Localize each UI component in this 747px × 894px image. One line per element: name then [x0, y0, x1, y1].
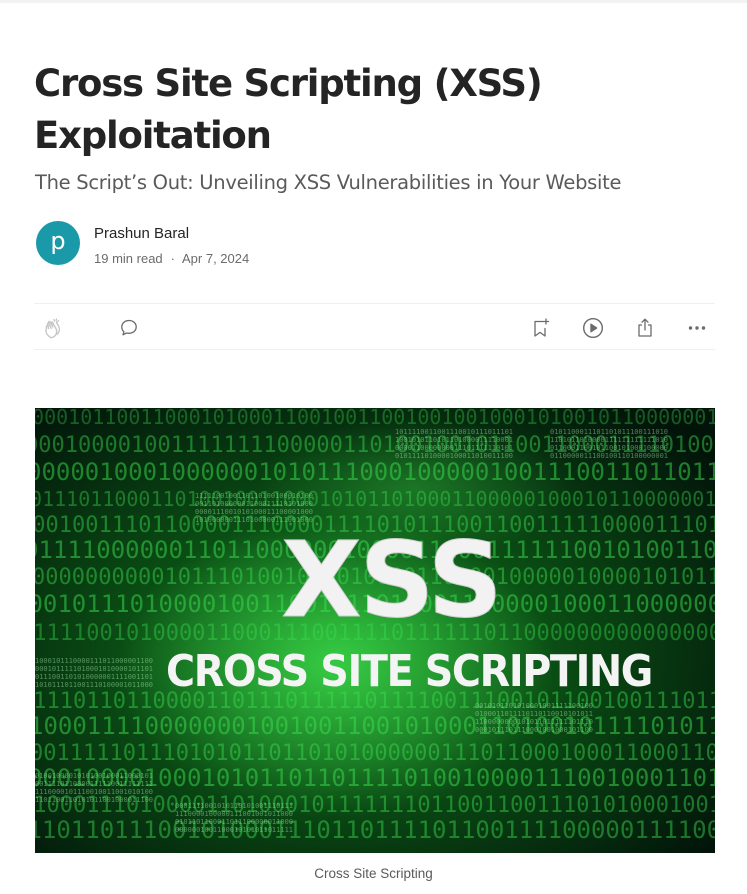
hero-image[interactable]: 1000101100110001010001100100110010010010…	[35, 408, 715, 853]
binary-code-cluster: 0011110110000111110011111111	[35, 780, 153, 788]
hero-tagline-text: CROSS SITE SCRIPTING	[166, 646, 652, 697]
binary-code-cluster: 0001011101110001001000101100	[475, 726, 593, 734]
binary-code-cluster: 1000101110000111011000001100	[35, 657, 153, 665]
article-action-bar	[34, 303, 715, 350]
binary-code-row: 0000010001000000101011100010000010011100…	[35, 458, 715, 486]
binary-code-cluster: 1001010110101101000011110001	[395, 436, 513, 444]
meta-separator: ·	[170, 251, 175, 266]
binary-code-cluster: 1010111011001110100001011000	[35, 681, 153, 689]
binary-code-cluster: 1110000101110010011001010100	[35, 788, 153, 796]
publish-date: Apr 7, 2024	[182, 251, 250, 266]
bookmark-add-icon[interactable]	[529, 316, 553, 340]
binary-code-row: 1000101100110001010001100100110010010010…	[35, 408, 715, 429]
author-avatar[interactable]: p	[36, 221, 80, 265]
binary-code-row: 1110110111001010001110110111101100111100…	[35, 816, 715, 844]
binary-code-row: 1011101100011010010011000101011010001100…	[35, 487, 715, 511]
author-name-link[interactable]: Prashun Baral	[94, 225, 189, 242]
binary-code-row: 0011111011101010110110101000000111011000…	[35, 741, 715, 766]
binary-code-cluster: 0001111001010110101001110111	[175, 802, 293, 810]
binary-code-cluster: 1011110011001110010111011101	[395, 428, 513, 436]
binary-code-cluster: 0100100001010100100011000101	[35, 772, 153, 780]
binary-code-cluster: 1111100100110110100100010100	[195, 492, 313, 500]
binary-code-cluster: 1101011010000111111111111010	[550, 436, 668, 444]
binary-code-cluster: 0100011011110110110010101011	[475, 710, 593, 718]
binary-code-cluster: 0011010000001100011110101000	[195, 500, 313, 508]
xss-banner-graphic: 1000101100110001010001100100110010010010…	[35, 408, 715, 853]
xss-headline: XSS	[281, 519, 503, 642]
comment-icon[interactable]	[117, 316, 141, 340]
binary-code-cluster: 1110000100000111001001011000	[175, 810, 293, 818]
share-icon[interactable]	[633, 316, 657, 340]
more-dots-icon[interactable]	[685, 316, 709, 340]
top-divider	[0, 0, 747, 3]
binary-code-cluster: 1101100110101011001000011100	[35, 796, 153, 804]
binary-code-cluster: 0000001001100010101011011111	[175, 826, 293, 834]
play-circle-icon[interactable]	[581, 316, 605, 340]
article-meta: 19 min read · Apr 7, 2024	[94, 251, 249, 266]
binary-code-cluster: 0111001101010000001111001101	[35, 673, 153, 681]
article-subtitle: The Script’s Out: Unveiling XSS Vulnerab…	[35, 171, 622, 194]
article-title: Cross Site Scripting (XSS) Exploitation	[34, 62, 543, 157]
binary-code-cluster: 0101100011101101011100111010	[550, 428, 668, 436]
binary-code-cluster: 0101101100011011100000011000	[175, 818, 293, 826]
hero-headline-text: XSS	[281, 519, 500, 641]
binary-code-cluster: 0110000011100100110100000001	[550, 452, 668, 460]
image-caption: Cross Site Scripting	[314, 866, 433, 881]
read-time: 19 min read	[94, 251, 163, 266]
binary-code-cluster: 0101111010000100011010011100	[395, 452, 513, 460]
binary-code-cluster: 0110001100101100101000100000	[550, 444, 668, 452]
binary-code-row: 1000111100000001001001100101000110100101…	[35, 712, 715, 740]
binary-code-cluster: 1100000000101011011111101110	[475, 718, 593, 726]
binary-code-cluster: 0000111001010100011100001000	[195, 508, 313, 516]
binary-code-cluster: 0001011111010001010000101101	[35, 665, 153, 673]
clap-icon[interactable]	[42, 316, 66, 340]
binary-code-cluster: 0010101101010001001111100100	[475, 702, 593, 710]
binary-code-cluster: 0000110000000011101111110101	[395, 444, 513, 452]
